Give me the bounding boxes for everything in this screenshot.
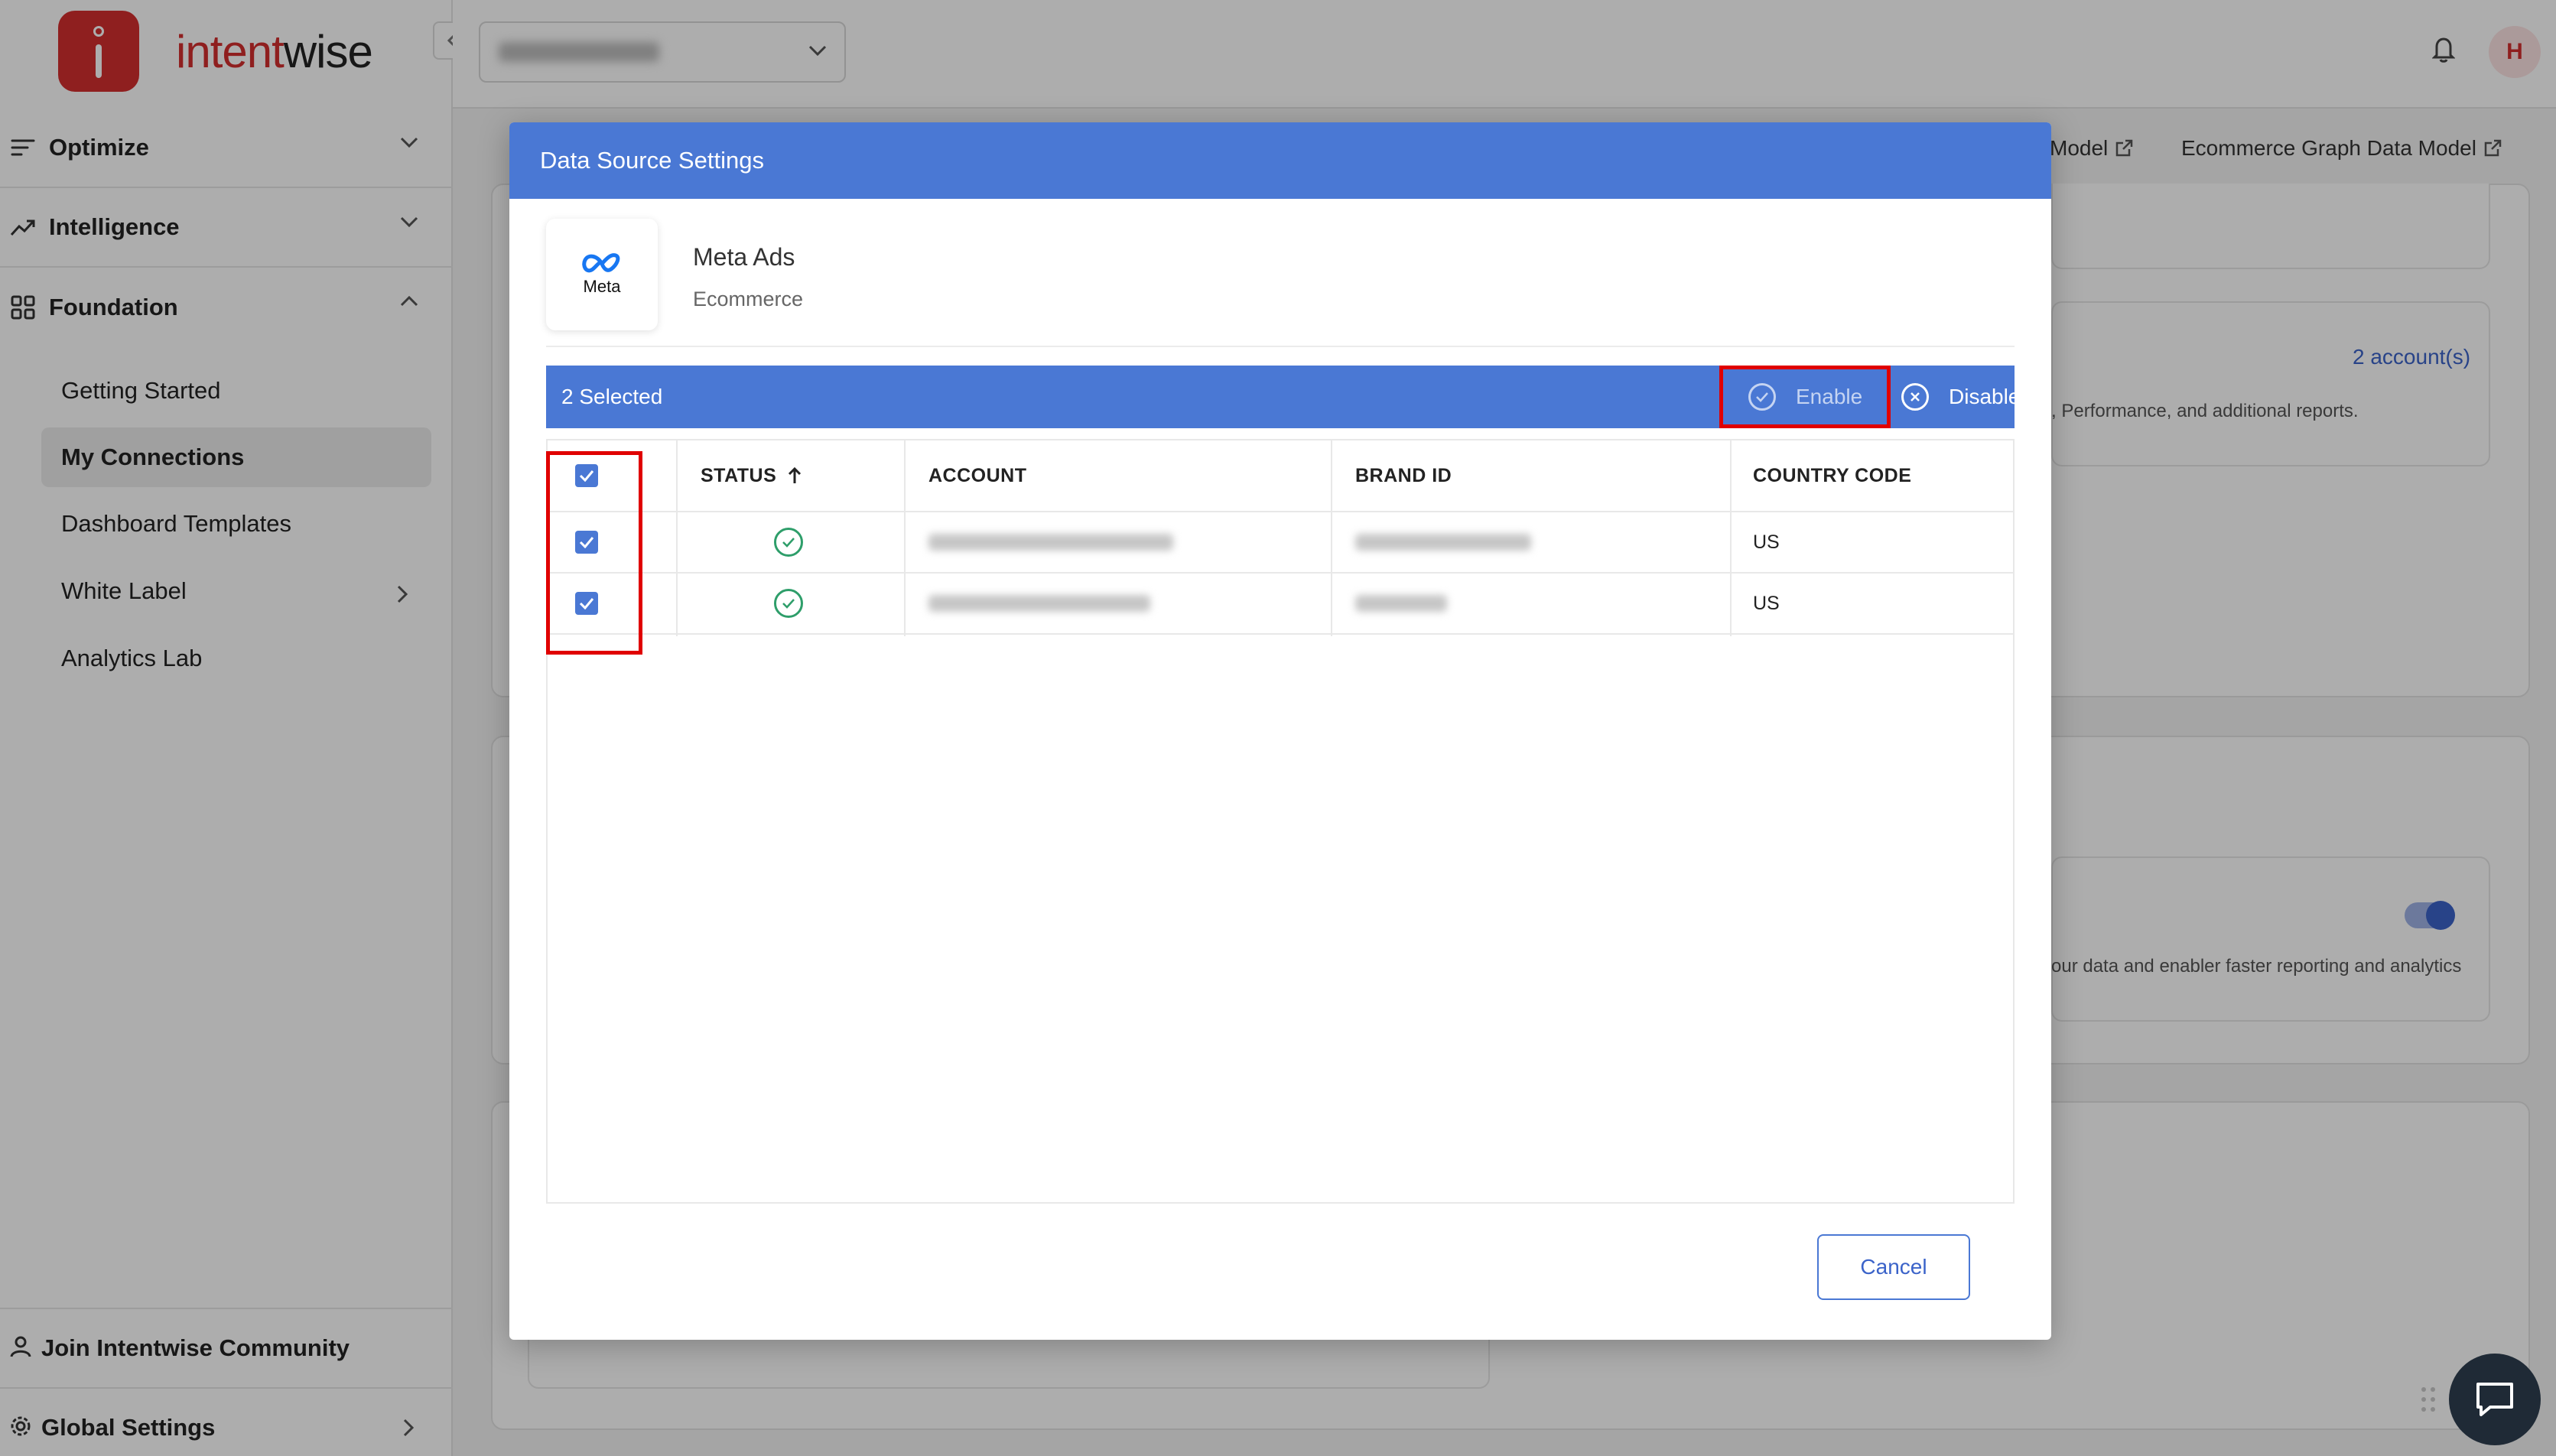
chat-support-button[interactable] — [2449, 1354, 2541, 1445]
account-name-redacted — [928, 512, 1173, 572]
status-active-icon — [774, 574, 803, 633]
column-header-status[interactable]: STATUS — [701, 440, 802, 511]
selected-count: 2 Selected — [561, 385, 663, 408]
country-code: US — [1753, 531, 1780, 553]
sort-ascending-icon — [789, 466, 802, 483]
source-category: Ecommerce — [693, 288, 804, 310]
selection-bar: 2 Selected Enable Disable — [546, 366, 2020, 428]
drag-handle-icon[interactable] — [2420, 1386, 2437, 1417]
brand-id-redacted — [1355, 512, 1531, 572]
cancel-button[interactable]: Cancel — [1817, 1234, 1970, 1300]
enable-highlight-box — [1719, 366, 1891, 428]
divider — [546, 346, 2015, 347]
column-header-account[interactable]: ACCOUNT — [928, 440, 1027, 511]
meta-logo-word: Meta — [583, 277, 621, 296]
column-header-brand-id[interactable]: BRAND ID — [1355, 440, 1452, 511]
table-header: STATUS ACCOUNT BRAND ID COUNTRY CODE — [548, 440, 2013, 512]
data-source-settings-modal: Data Source Settings Meta Meta Ads Ecomm… — [509, 122, 2051, 1340]
modal-header: Data Source Settings — [509, 122, 2051, 199]
chat-bubble-icon — [2476, 1383, 2513, 1416]
x-circle-icon — [1901, 383, 1929, 411]
disable-label: Disable — [1949, 385, 2021, 408]
column-header-label: STATUS — [701, 464, 777, 486]
accounts-table: STATUS ACCOUNT BRAND ID COUNTRY CODE US — [546, 439, 2015, 1204]
brand-id-redacted — [1355, 574, 1447, 633]
column-header-label: ACCOUNT — [928, 464, 1027, 486]
column-header-label: BRAND ID — [1355, 464, 1452, 486]
table-row[interactable]: US — [548, 574, 2013, 635]
column-header-country-code[interactable]: COUNTRY CODE — [1753, 440, 1911, 511]
checkbox-highlight-box — [546, 451, 642, 655]
status-active-icon — [774, 512, 803, 572]
disable-button[interactable]: Disable — [1901, 366, 2020, 428]
column-header-label: COUNTRY CODE — [1753, 464, 1912, 486]
table-row[interactable]: US — [548, 512, 2013, 574]
meta-logo: Meta — [546, 219, 658, 330]
country-code: US — [1753, 592, 1780, 614]
source-name: Meta Ads — [693, 243, 795, 271]
modal-title: Data Source Settings — [540, 147, 764, 174]
meta-infinity-icon — [582, 253, 620, 273]
account-name-redacted — [928, 574, 1150, 633]
